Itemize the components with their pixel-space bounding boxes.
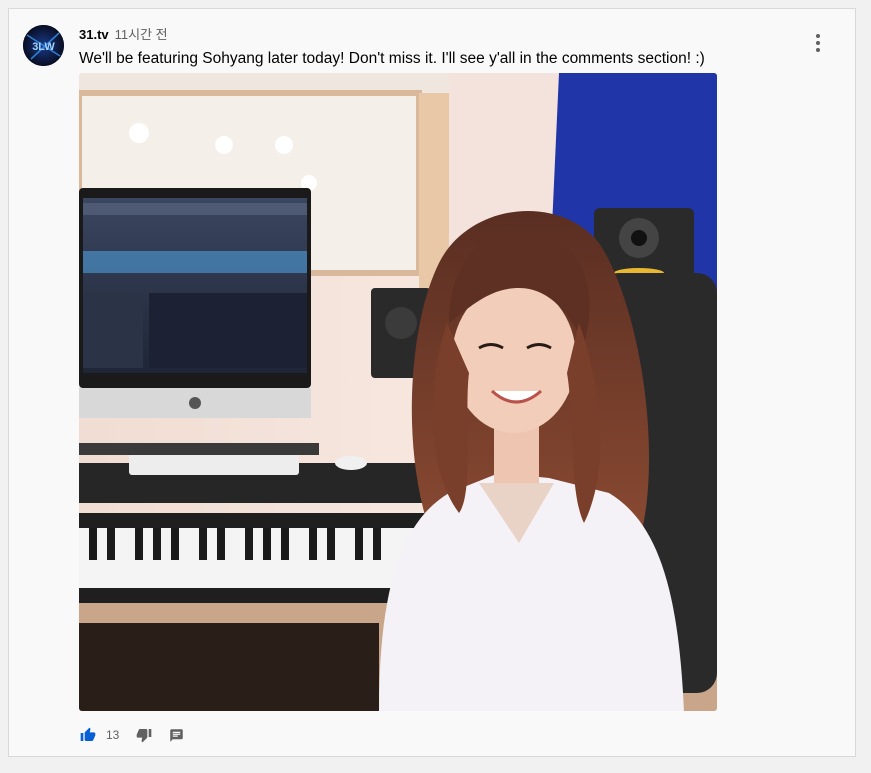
more-vert-icon xyxy=(816,34,820,38)
avatar-logo-text: 3LW xyxy=(32,41,55,53)
like-button[interactable] xyxy=(79,726,97,744)
comment-text: We'll be featuring Sohyang later today! … xyxy=(79,50,705,67)
attached-photo xyxy=(79,73,717,711)
action-menu-button[interactable] xyxy=(806,31,830,55)
comment-time[interactable]: 11시간 전 xyxy=(115,27,168,42)
reply-icon xyxy=(170,728,183,742)
avatar[interactable]: 3LW xyxy=(23,25,64,66)
author-name[interactable]: 31.tv xyxy=(79,27,109,42)
comment-header: 31.tv 11시간 전 xyxy=(79,27,168,43)
studio-photo xyxy=(79,73,717,711)
reply-button[interactable] xyxy=(167,726,185,744)
comment-actions: 13 xyxy=(79,725,185,745)
avatar-image: 3LW xyxy=(23,25,64,66)
thumb-down-icon xyxy=(137,729,152,743)
comment-card: 3LW 31.tv 11시간 전 We'll be featuring Sohya… xyxy=(8,8,856,757)
thumb-up-icon xyxy=(80,727,96,741)
like-count: 13 xyxy=(106,728,120,742)
dislike-button[interactable] xyxy=(135,726,153,744)
